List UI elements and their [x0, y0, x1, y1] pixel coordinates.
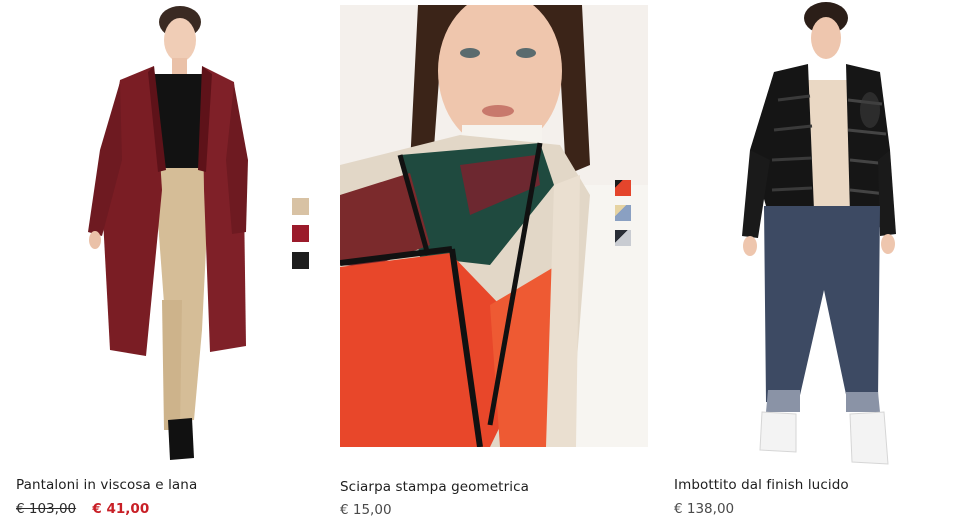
- product-image[interactable]: [730, 0, 954, 466]
- product-image[interactable]: [62, 0, 272, 466]
- product-card: Sciarpa stampa geometrica € 15,00: [330, 0, 660, 531]
- price-row: € 138,00: [674, 501, 734, 517]
- price-original: € 103,00: [16, 501, 77, 517]
- product-card: Pantaloni in viscosa e lana € 103,00 € 4…: [0, 0, 330, 531]
- model-in-burgundy-coat-illustration: [88, 6, 248, 460]
- product-image[interactable]: [340, 5, 648, 447]
- color-swatch-blue-pattern[interactable]: [615, 205, 631, 221]
- color-swatch-beige[interactable]: [292, 198, 309, 215]
- product-name[interactable]: Imbottito dal finish lucido: [674, 477, 849, 493]
- product-name[interactable]: Sciarpa stampa geometrica: [340, 479, 529, 495]
- price-row: € 15,00: [340, 502, 392, 518]
- color-swatch-burgundy[interactable]: [292, 225, 309, 242]
- color-swatch-grey-pattern[interactable]: [615, 230, 631, 246]
- price: € 138,00: [674, 501, 735, 517]
- product-card: Imbottito dal finish lucido € 138,00: [660, 0, 961, 531]
- product-name[interactable]: Pantaloni in viscosa e lana: [16, 477, 197, 493]
- product-grid: Pantaloni in viscosa e lana € 103,00 € 4…: [0, 0, 961, 531]
- color-swatch-black[interactable]: [292, 252, 309, 269]
- price-sale: € 41,00: [92, 501, 150, 517]
- color-swatches: [615, 180, 631, 246]
- model-with-geometric-scarf-illustration: [340, 5, 648, 447]
- price: € 15,00: [340, 502, 392, 518]
- price-row: € 103,00 € 41,00: [16, 501, 149, 517]
- model-in-black-puffer-jacket-illustration: [742, 2, 896, 465]
- color-swatches: [292, 198, 309, 269]
- color-swatch-red-pattern[interactable]: [615, 180, 631, 196]
